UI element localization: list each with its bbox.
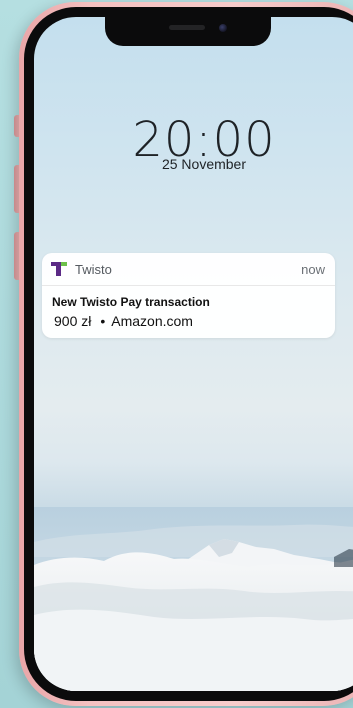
notification-app-name: Twisto [75, 262, 112, 277]
separator-dot: • [100, 313, 106, 329]
cloud-landscape [34, 507, 353, 691]
earpiece-speaker [169, 25, 205, 30]
lock-date: 25 November [161, 156, 247, 172]
notification-card[interactable]: Twisto now New Twisto Pay transaction 90… [42, 253, 335, 338]
notification-title: New Twisto Pay transaction [52, 295, 210, 309]
notch [105, 17, 271, 46]
front-camera [219, 24, 227, 32]
merchant-name: Amazon.com [111, 313, 193, 329]
twisto-logo-icon [51, 262, 67, 276]
lock-screen: 20:00 25 November [34, 17, 353, 691]
transaction-amount: 900 zł [54, 313, 92, 329]
notification-body: 900 zł • Amazon.com [54, 313, 193, 329]
notification-header: Twisto now [42, 253, 335, 286]
scene: 20:00 25 November Twisto now New Twisto … [0, 0, 353, 708]
notification-time: now [301, 262, 325, 277]
